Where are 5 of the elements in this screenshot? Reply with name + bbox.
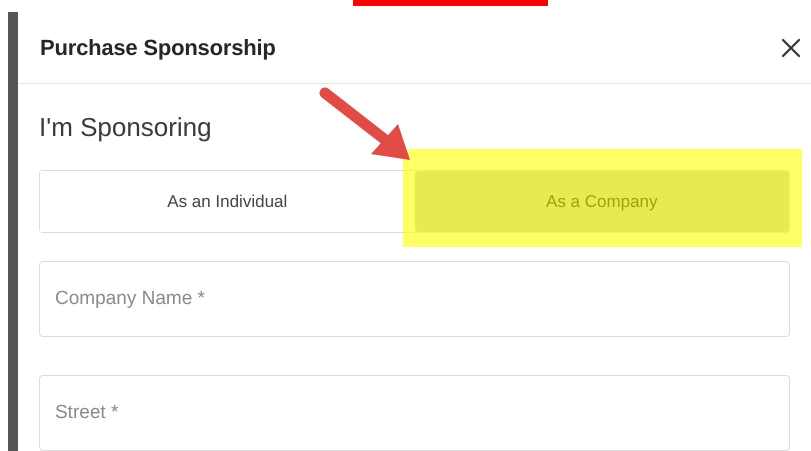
input-field[interactable]: Company Name * [39,261,790,337]
close-icon [781,38,801,58]
section-label: I'm Sponsoring [39,112,213,142]
input-field[interactable]: Street * [39,375,790,451]
modal-title: Purchase Sponsorship [40,34,276,62]
